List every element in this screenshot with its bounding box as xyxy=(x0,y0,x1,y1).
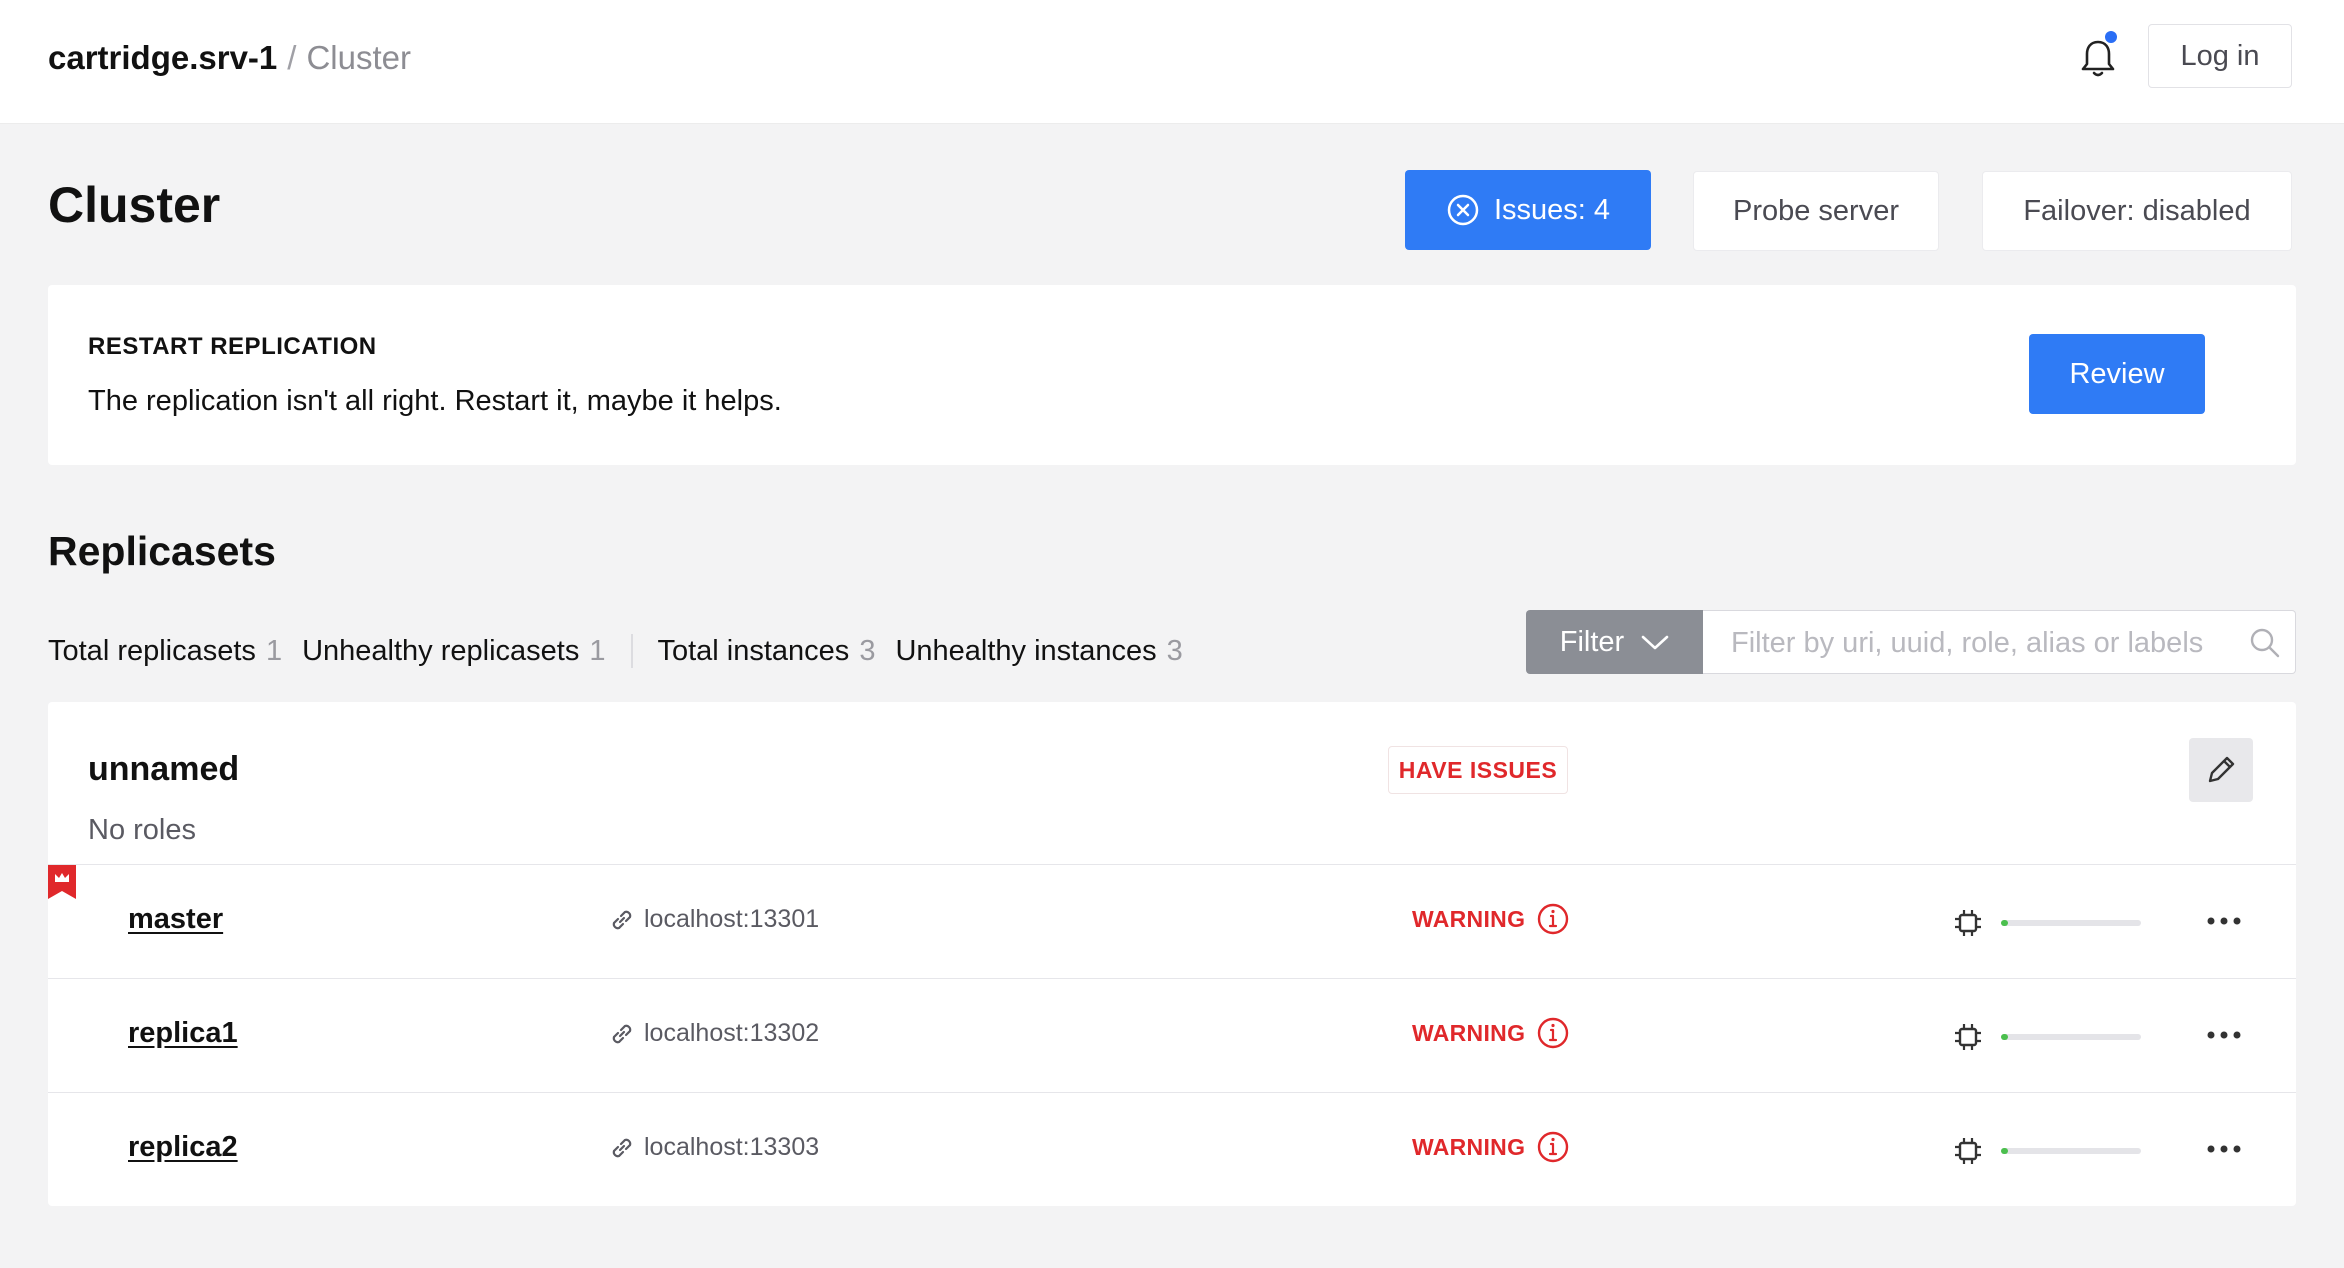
page-title: Cluster xyxy=(48,177,221,233)
table-row: replica2 localhost:13303 WARNING xyxy=(48,1092,2296,1206)
breadcrumb-app-name[interactable]: cartridge.srv-1 xyxy=(48,39,277,76)
review-button[interactable]: Review xyxy=(2029,334,2205,414)
unhealthy-replicasets-label: Unhealthy replicasets xyxy=(302,634,580,667)
table-row: master localhost:13301 WARNING xyxy=(48,864,2296,978)
chip-icon xyxy=(1955,1024,1981,1050)
filter-dropdown-button[interactable]: Filter xyxy=(1526,610,1704,674)
filter-label: Filter xyxy=(1559,625,1625,658)
replicasets-title: Replicasets xyxy=(48,528,276,574)
instance-uri: localhost:13301 xyxy=(608,905,819,934)
instance-status-text: WARNING xyxy=(1412,905,1526,932)
replicasets-stats: Total replicasets 1 Unhealthy replicaset… xyxy=(48,634,1203,668)
probe-server-button[interactable]: Probe server xyxy=(1693,171,1939,251)
circle-x-icon xyxy=(1447,194,1479,226)
instance-status: WARNING xyxy=(1412,901,1571,937)
more-horizontal-icon[interactable] xyxy=(2206,1139,2242,1159)
chip-icon xyxy=(1955,1138,1981,1164)
instance-uri: localhost:13303 xyxy=(608,1133,819,1162)
search-icon[interactable] xyxy=(2249,627,2281,659)
instance-status: WARNING xyxy=(1412,1129,1571,1165)
info-icon[interactable] xyxy=(1535,901,1571,937)
link-icon xyxy=(612,910,632,929)
notification-dot xyxy=(2105,31,2117,43)
search-box xyxy=(1703,610,2296,674)
instance-uri-text: localhost:13303 xyxy=(644,1133,820,1161)
breadcrumb-separator: / xyxy=(287,39,297,76)
total-instances-label: Total instances xyxy=(657,634,850,667)
memory-usage-fill xyxy=(2001,1034,2008,1040)
breadcrumb-current: Cluster xyxy=(306,39,411,76)
instance-status: WARNING xyxy=(1412,1015,1571,1051)
replicaset-name[interactable]: unnamed xyxy=(88,750,239,789)
instance-status-text: WARNING xyxy=(1412,1133,1526,1160)
chip-icon xyxy=(1955,910,1981,936)
issues-label: Issues: 4 xyxy=(1493,193,1611,226)
failover-button[interactable]: Failover: disabled xyxy=(1982,171,2292,251)
issue-card: RESTART REPLICATION The replication isn'… xyxy=(48,285,2296,465)
more-horizontal-icon[interactable] xyxy=(2206,911,2242,931)
total-replicasets-count: 1 xyxy=(265,634,283,667)
memory-usage-bar xyxy=(2001,1148,2141,1154)
edit-replicaset-button[interactable] xyxy=(2189,738,2253,802)
link-icon xyxy=(612,1024,632,1043)
instance-uri: localhost:13302 xyxy=(608,1019,819,1048)
instance-name-link[interactable]: master xyxy=(128,903,223,936)
instance-uri-text: localhost:13302 xyxy=(644,1019,820,1047)
memory-usage-bar xyxy=(2001,1034,2141,1040)
status-badge: HAVE ISSUES xyxy=(1388,746,1568,794)
table-row: replica1 localhost:13302 WARNING xyxy=(48,978,2296,1092)
issue-title: RESTART REPLICATION xyxy=(88,333,377,360)
pencil-icon xyxy=(2208,756,2235,783)
info-icon[interactable] xyxy=(1535,1129,1571,1165)
breadcrumb: cartridge.srv-1 /Cluster xyxy=(48,38,411,78)
issue-description: The replication isn't all right. Restart… xyxy=(88,385,782,417)
link-icon xyxy=(612,1138,632,1157)
issues-button[interactable]: Issues: 4 xyxy=(1405,170,1651,250)
unhealthy-instances-label: Unhealthy instances xyxy=(895,634,1157,667)
instance-uri-text: localhost:13301 xyxy=(644,905,820,933)
more-horizontal-icon[interactable] xyxy=(2206,1025,2242,1045)
replicaset-roles: No roles xyxy=(88,814,196,846)
crown-icon xyxy=(48,865,76,899)
instance-status-text: WARNING xyxy=(1412,1019,1526,1046)
info-icon[interactable] xyxy=(1535,1015,1571,1051)
instance-name-link[interactable]: replica1 xyxy=(128,1017,238,1050)
stats-divider xyxy=(631,634,634,668)
search-input[interactable] xyxy=(1731,623,2231,663)
total-replicasets-label: Total replicasets xyxy=(48,634,256,667)
top-bar: cartridge.srv-1 /Cluster Log in xyxy=(0,0,2344,124)
total-instances-count: 3 xyxy=(859,634,876,667)
instance-name-link[interactable]: replica2 xyxy=(128,1131,238,1164)
login-button[interactable]: Log in xyxy=(2148,24,2292,88)
memory-usage-fill xyxy=(2001,1148,2008,1154)
chevron-down-icon xyxy=(1641,635,1669,650)
replicaset-card: unnamed No roles HAVE ISSUES master loca… xyxy=(48,702,2296,1206)
unhealthy-instances-count: 3 xyxy=(1166,634,1183,667)
memory-usage-bar xyxy=(2001,920,2141,926)
memory-usage-fill xyxy=(2001,920,2008,926)
unhealthy-replicasets-count: 1 xyxy=(589,634,606,667)
